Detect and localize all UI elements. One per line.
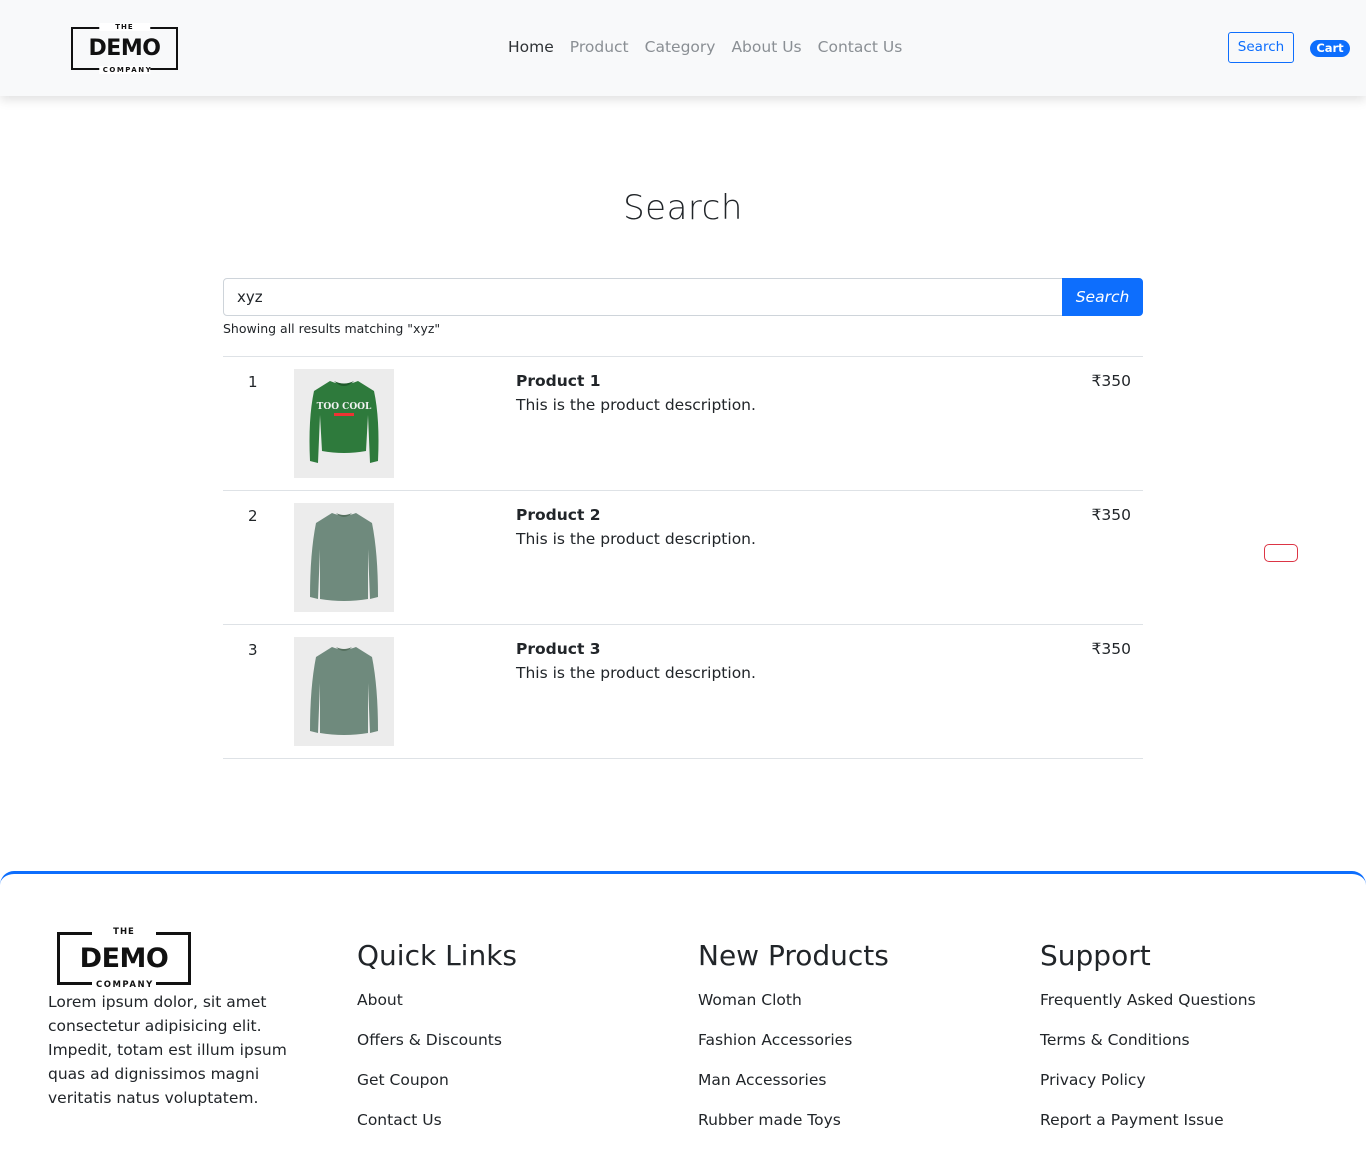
logo-company: COMPANY [92,980,156,990]
footer-support: Support Frequently Asked Questions Terms… [1040,938,1256,1148]
footer-heading: Quick Links [357,939,518,972]
footer-link-privacy[interactable]: Privacy Policy [1040,1068,1256,1092]
footer: THE DEMO COMPANY Lorem ipsum dolor, sit … [0,871,1366,1156]
nav-home[interactable]: Home [508,36,554,58]
row-index: 2 [248,507,258,525]
product-description: This is the product description. [516,396,756,414]
floating-outline-button[interactable] [1264,544,1298,562]
product-name[interactable]: Product 1 [516,372,601,390]
footer-about-text: Lorem ipsum dolor, sit amet consectetur … [48,993,287,1107]
footer-link-man-accessories[interactable]: Man Accessories [698,1068,889,1092]
footer-link-about[interactable]: About [357,988,517,1012]
logo-the: THE [92,927,156,937]
product-description: This is the product description. [516,664,756,682]
search-input[interactable] [223,278,1063,316]
footer-link-woman-cloth[interactable]: Woman Cloth [698,988,889,1012]
logo-company: COMPANY [98,66,151,74]
footer-link-coupon[interactable]: Get Coupon [357,1068,517,1092]
footer-link-terms[interactable]: Terms & Conditions [1040,1028,1256,1052]
product-price: ₹350 [1091,640,1131,658]
row-index: 1 [248,373,258,391]
nav-about-us[interactable]: About Us [731,36,801,58]
main-nav: Home Product Category About Us Contact U… [508,36,918,58]
footer-logo[interactable]: THE DEMO COMPANY [57,927,191,990]
logo-demo: DEMO [79,943,169,974]
footer-link-contact[interactable]: Contact Us [357,1108,517,1132]
footer-heading: New Products [698,939,889,972]
footer-link-offers[interactable]: Offers & Discounts [357,1028,517,1052]
brand-logo[interactable]: THE DEMO COMPANY [71,23,178,74]
product-description: This is the product description. [516,530,756,548]
footer-link-fashion-accessories[interactable]: Fashion Accessories [698,1028,889,1052]
row-index: 3 [248,641,258,659]
svg-text:TOO COOL: TOO COOL [317,402,372,412]
grey-sweatshirt-image[interactable] [294,503,394,612]
product-price: ₹350 [1091,372,1131,390]
nav-category[interactable]: Category [645,36,716,58]
result-row[interactable]: 1 TOO COOL Product 1 This is the product… [223,357,1143,491]
page-title: Search [623,188,743,228]
result-row[interactable]: 3 Product 3 This is the product descript… [223,625,1143,759]
footer-link-faq[interactable]: Frequently Asked Questions [1040,988,1256,1012]
grey-sweatshirt-image[interactable] [294,637,394,746]
logo-the: THE [98,23,151,31]
nav-product[interactable]: Product [570,36,629,58]
nav-contact-us[interactable]: Contact Us [818,36,903,58]
product-name[interactable]: Product 2 [516,506,601,524]
footer-new-products: New Products Woman Cloth Fashion Accesso… [698,938,889,1148]
footer-heading: Support [1040,939,1151,972]
green-sweatshirt-image[interactable]: TOO COOL [294,369,394,478]
footer-link-payment-issue[interactable]: Report a Payment Issue [1040,1108,1256,1132]
results-note: Showing all results matching "xyz" [223,321,441,336]
product-price: ₹350 [1091,506,1131,524]
logo-demo: DEMO [88,36,161,61]
nav-search-button[interactable]: Search [1228,32,1294,63]
footer-link-rubber-toys[interactable]: Rubber made Toys [698,1108,889,1132]
footer-quick-links: Quick Links About Offers & Discounts Get… [357,938,517,1148]
product-name[interactable]: Product 3 [516,640,601,658]
result-row[interactable]: 2 Product 2 This is the product descript… [223,491,1143,625]
cart-button[interactable]: Cart [1310,40,1350,57]
search-submit-button[interactable]: Search [1062,278,1143,316]
navbar: THE DEMO COMPANY Home Product Category A… [0,0,1366,96]
results-table: 1 TOO COOL Product 1 This is the product… [223,356,1143,759]
